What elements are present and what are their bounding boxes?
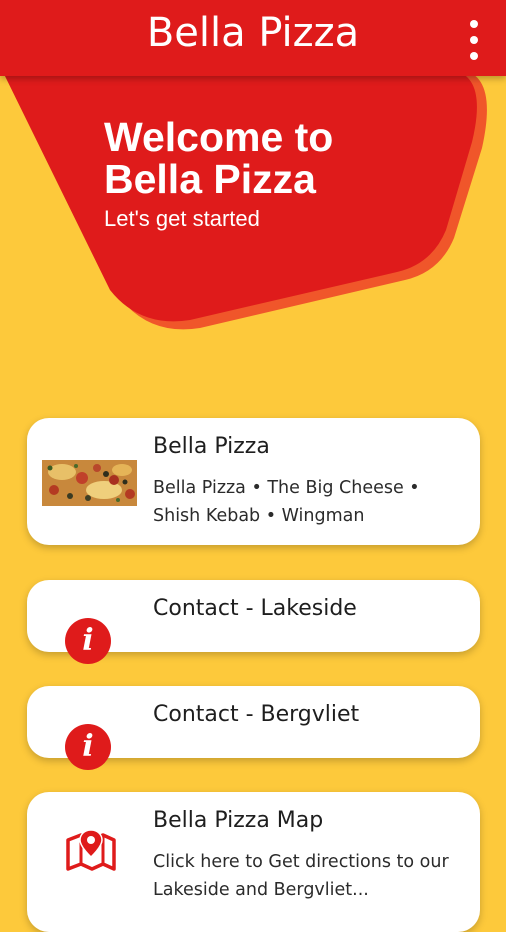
welcome-title-line: Bella Pizza (104, 156, 316, 202)
card-title: Contact - Bergvliet (153, 702, 360, 727)
welcome-title-line: Welcome to (104, 114, 334, 160)
card-bella-pizza[interactable]: Bella Pizza Bella Pizza • The Big Cheese… (27, 418, 480, 545)
menu-dot (470, 20, 478, 28)
app-bar: Bella Pizza (0, 0, 506, 76)
pizza-image (42, 460, 137, 506)
info-icon: i (65, 618, 111, 664)
card-contact-lakeside[interactable]: Contact - Lakeside i (27, 580, 480, 664)
card-bella-pizza-map[interactable]: Bella Pizza Map Click here to Get direct… (27, 792, 480, 932)
map-pin-icon (66, 829, 116, 871)
card-title: Bella Pizza Map (153, 808, 324, 833)
menu-dot (470, 36, 478, 44)
card-description: Click here to Get directions to our Lake… (153, 852, 449, 900)
card-description: Bella Pizza • The Big Cheese • Shish Keb… (153, 478, 420, 526)
welcome-banner-shape (2, 70, 487, 330)
welcome-subtitle: Let's get started (104, 206, 260, 231)
menu-dot (470, 52, 478, 60)
card-title: Contact - Lakeside (153, 596, 357, 621)
more-vert-icon[interactable] (464, 20, 484, 60)
card-title: Bella Pizza (153, 434, 270, 459)
info-icon: i (65, 724, 111, 770)
card-contact-bergvliet[interactable]: Contact - Bergvliet i (27, 686, 480, 770)
welcome-title: Welcome to Bella Pizza (104, 116, 404, 200)
app-title: Bella Pizza (146, 10, 360, 56)
